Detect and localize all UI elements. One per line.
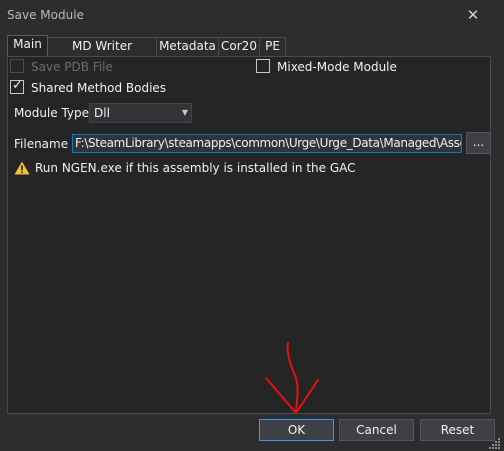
ok-button[interactable]: OK	[259, 419, 334, 441]
mixed-mode-label[interactable]: Mixed-Mode Module	[277, 60, 397, 74]
tab-main[interactable]: Main	[7, 35, 48, 56]
tab-md-writer-options[interactable]: MD Writer Options	[47, 37, 157, 70]
close-icon[interactable]: ✕	[464, 6, 482, 24]
tab-metadata[interactable]: Metadata	[156, 37, 219, 56]
resize-grip-icon[interactable]	[489, 437, 501, 449]
shared-method-bodies-checkbox[interactable]: ✓	[10, 78, 24, 94]
title-bar: Save Module ✕	[0, 0, 504, 30]
mixed-mode-checkbox[interactable]	[256, 59, 270, 73]
save-pdb-checkbox	[10, 59, 24, 73]
filename-input[interactable]: F:\SteamLibrary\steamapps\common\Urge\Ur…	[72, 134, 462, 153]
module-type-value: Dll	[94, 106, 110, 120]
ngen-warning-text: Run NGEN.exe if this assembly is install…	[35, 161, 356, 175]
warning-icon	[14, 161, 30, 175]
module-type-label: Module Type	[14, 106, 90, 120]
filename-value: F:\SteamLibrary\steamapps\common\Urge\Ur…	[75, 136, 461, 150]
check-icon: ✓	[12, 78, 23, 93]
reset-button[interactable]: Reset	[420, 419, 495, 441]
shared-method-bodies-label[interactable]: Shared Method Bodies	[31, 81, 166, 95]
tab-cor20[interactable]: Cor20	[218, 37, 260, 56]
save-pdb-label: Save PDB File	[31, 60, 113, 74]
module-type-select[interactable]: Dll ▼	[89, 103, 192, 123]
filename-label: Filename	[14, 137, 69, 151]
browse-button[interactable]: ...	[466, 132, 491, 154]
window-title: Save Module	[7, 8, 84, 22]
cancel-button[interactable]: Cancel	[339, 419, 414, 441]
chevron-down-icon[interactable]: ▼	[179, 104, 191, 122]
tab-pe[interactable]: PE	[259, 37, 286, 56]
tab-strip: Main MD Writer Options Metadata Cor20 PE	[7, 35, 495, 70]
